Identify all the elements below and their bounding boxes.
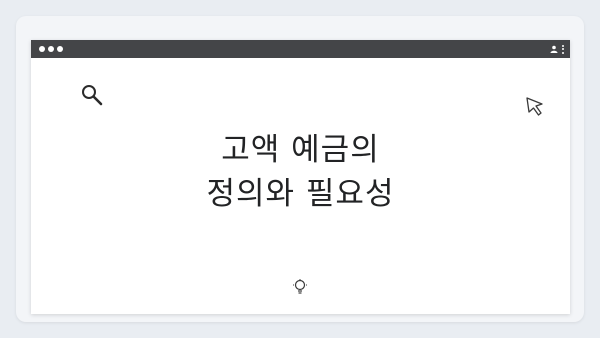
page-content: 고액 예금의 정의와 필요성 — [31, 58, 570, 314]
search-icon — [82, 85, 103, 106]
page-title: 고액 예금의 정의와 필요성 — [31, 128, 570, 216]
window-controls — [39, 46, 63, 52]
user-icon[interactable] — [550, 45, 558, 53]
title-line-2: 정의와 필요성 — [206, 176, 395, 212]
maximize-dot[interactable] — [57, 46, 63, 52]
title-bar — [31, 40, 570, 58]
browser-window: 고액 예금의 정의와 필요성 — [31, 40, 570, 314]
close-dot[interactable] — [39, 46, 45, 52]
title-line-1: 고액 예금의 — [221, 132, 380, 168]
cursor-icon — [526, 97, 543, 116]
kebab-menu-icon[interactable] — [562, 44, 564, 54]
title-bar-actions — [550, 44, 564, 54]
lightbulb-icon — [293, 279, 307, 294]
minimize-dot[interactable] — [48, 46, 54, 52]
